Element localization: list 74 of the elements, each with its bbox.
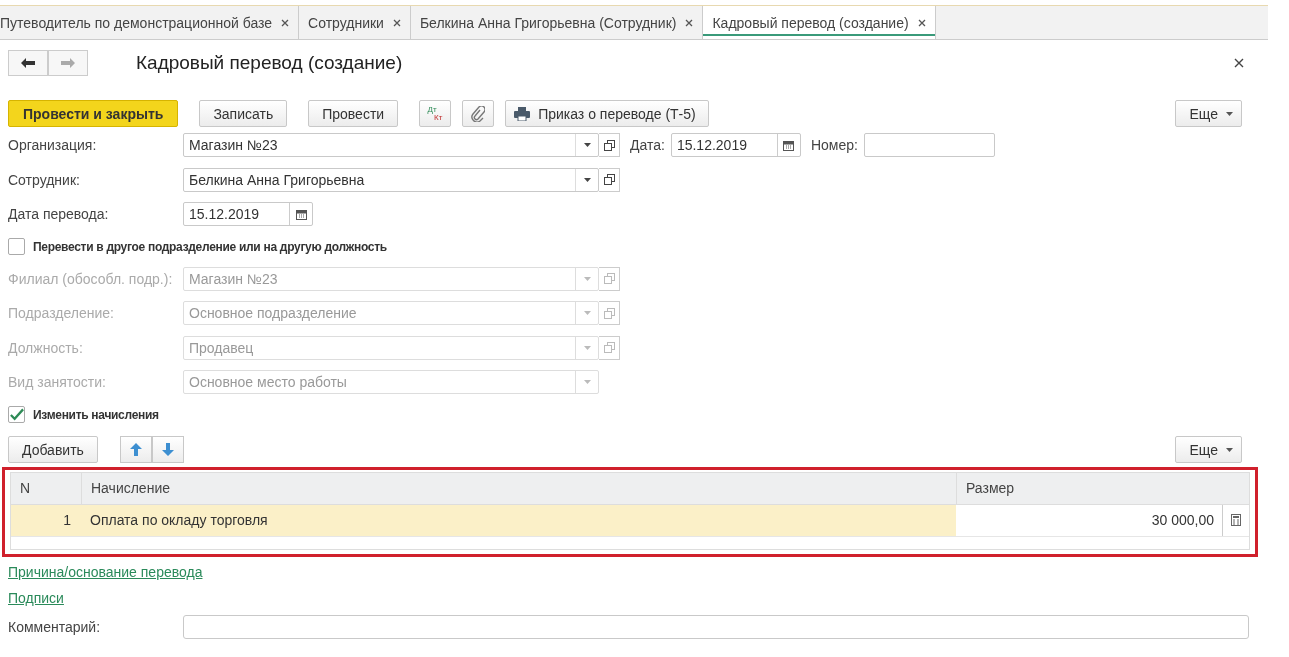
open-button[interactable] — [599, 167, 620, 192]
calculator-icon[interactable] — [1231, 514, 1241, 526]
move-down-button[interactable] — [151, 436, 184, 463]
left-arrow-icon — [21, 58, 35, 68]
column-header[interactable]: Размер — [956, 472, 1249, 504]
date-field[interactable]: 15.12.2019 — [183, 202, 313, 227]
right-arrow-icon — [61, 58, 75, 68]
move-up-button[interactable] — [119, 436, 152, 463]
close-icon[interactable] — [917, 18, 926, 27]
field-label: Сотрудник: — [8, 171, 81, 188]
select-field[interactable]: Белкина Анна Григорьевна — [183, 167, 599, 192]
calendar-icon — [295, 208, 307, 220]
field-label: Комментарий: — [8, 618, 102, 635]
caret-icon — [583, 345, 591, 350]
tab[interactable]: Сотрудники — [299, 6, 411, 39]
calendar-icon — [783, 139, 795, 151]
table-cell: 1 — [11, 504, 81, 536]
comment-field[interactable] — [183, 614, 1249, 639]
checkbox-label: Изменить начисления — [33, 407, 159, 422]
number-field[interactable] — [863, 133, 995, 158]
close-icon[interactable] — [685, 18, 694, 27]
windows-icon — [603, 139, 615, 151]
tab[interactable]: Путеводитель по демонстрационной базе — [0, 6, 300, 39]
post-and-close-button[interactable]: Провести и закрыть — [8, 100, 179, 127]
windows-icon — [603, 342, 615, 354]
caret-icon — [1226, 111, 1233, 116]
checkbox-label: Перевести в другое подразделение или на другую должность — [33, 239, 387, 254]
caret-icon — [583, 143, 591, 148]
more-button[interactable]: Еще — [1174, 100, 1242, 127]
add-button[interactable]: Добавить — [8, 436, 98, 463]
caret-icon — [1226, 447, 1233, 452]
date-field[interactable]: 15.12.2019 — [670, 133, 801, 158]
field-label: Должность: — [8, 339, 84, 356]
amount-field[interactable]: 30 000,00 — [956, 504, 1223, 536]
column-header[interactable]: N — [11, 472, 81, 504]
close-icon[interactable] — [392, 18, 401, 27]
paperclip-icon — [471, 105, 486, 122]
field-label: Подразделение: — [8, 305, 115, 322]
field-label: Номер: — [810, 137, 858, 154]
link[interactable]: Подписи — [8, 589, 64, 606]
form-title: Кадровый перевод (создание) — [136, 52, 403, 74]
windows-icon — [603, 307, 615, 319]
caret-icon — [583, 276, 591, 281]
close-icon[interactable] — [1234, 58, 1244, 68]
attach-button[interactable] — [462, 100, 495, 127]
printer-icon — [514, 106, 531, 121]
windows-icon — [603, 174, 615, 186]
field-label: Организация: — [8, 137, 98, 154]
column-header[interactable]: Начисление — [81, 472, 956, 504]
link[interactable]: Причина/основание перевода — [8, 563, 203, 580]
caret-icon — [583, 311, 591, 316]
checkbox[interactable] — [8, 238, 25, 255]
table-row[interactable]: 1 Оплата по окладу торговля 30 000,00 — [11, 504, 1249, 537]
open-button[interactable] — [599, 133, 620, 158]
back-button[interactable] — [8, 50, 48, 76]
more-button[interactable]: Еще — [1174, 436, 1242, 463]
toolbar-button[interactable]: Записать — [199, 100, 288, 127]
caret-icon — [583, 177, 591, 182]
windows-icon — [603, 273, 615, 285]
field-label: Вид занятости: — [8, 374, 107, 391]
print-button[interactable]: Приказ о переводе (Т-5) — [505, 100, 709, 127]
field-label: Филиал (обособл. подр.): — [8, 270, 174, 287]
debit-credit-button[interactable]: Дт Кт — [419, 100, 452, 127]
down-arrow-icon — [161, 443, 174, 456]
toolbar-button[interactable]: Провести — [308, 100, 399, 127]
tab[interactable]: Кадровый перевод (создание) — [703, 6, 936, 39]
select-field[interactable]: Магазин №23 — [183, 133, 599, 158]
table-cell: Оплата по окладу торговля — [81, 504, 956, 536]
close-icon[interactable] — [281, 18, 290, 27]
field-label: Дата перевода: — [8, 206, 110, 223]
checkbox[interactable] — [8, 406, 25, 423]
field-label: Дата: — [630, 137, 665, 154]
up-arrow-icon — [129, 443, 142, 456]
caret-icon — [583, 380, 591, 385]
